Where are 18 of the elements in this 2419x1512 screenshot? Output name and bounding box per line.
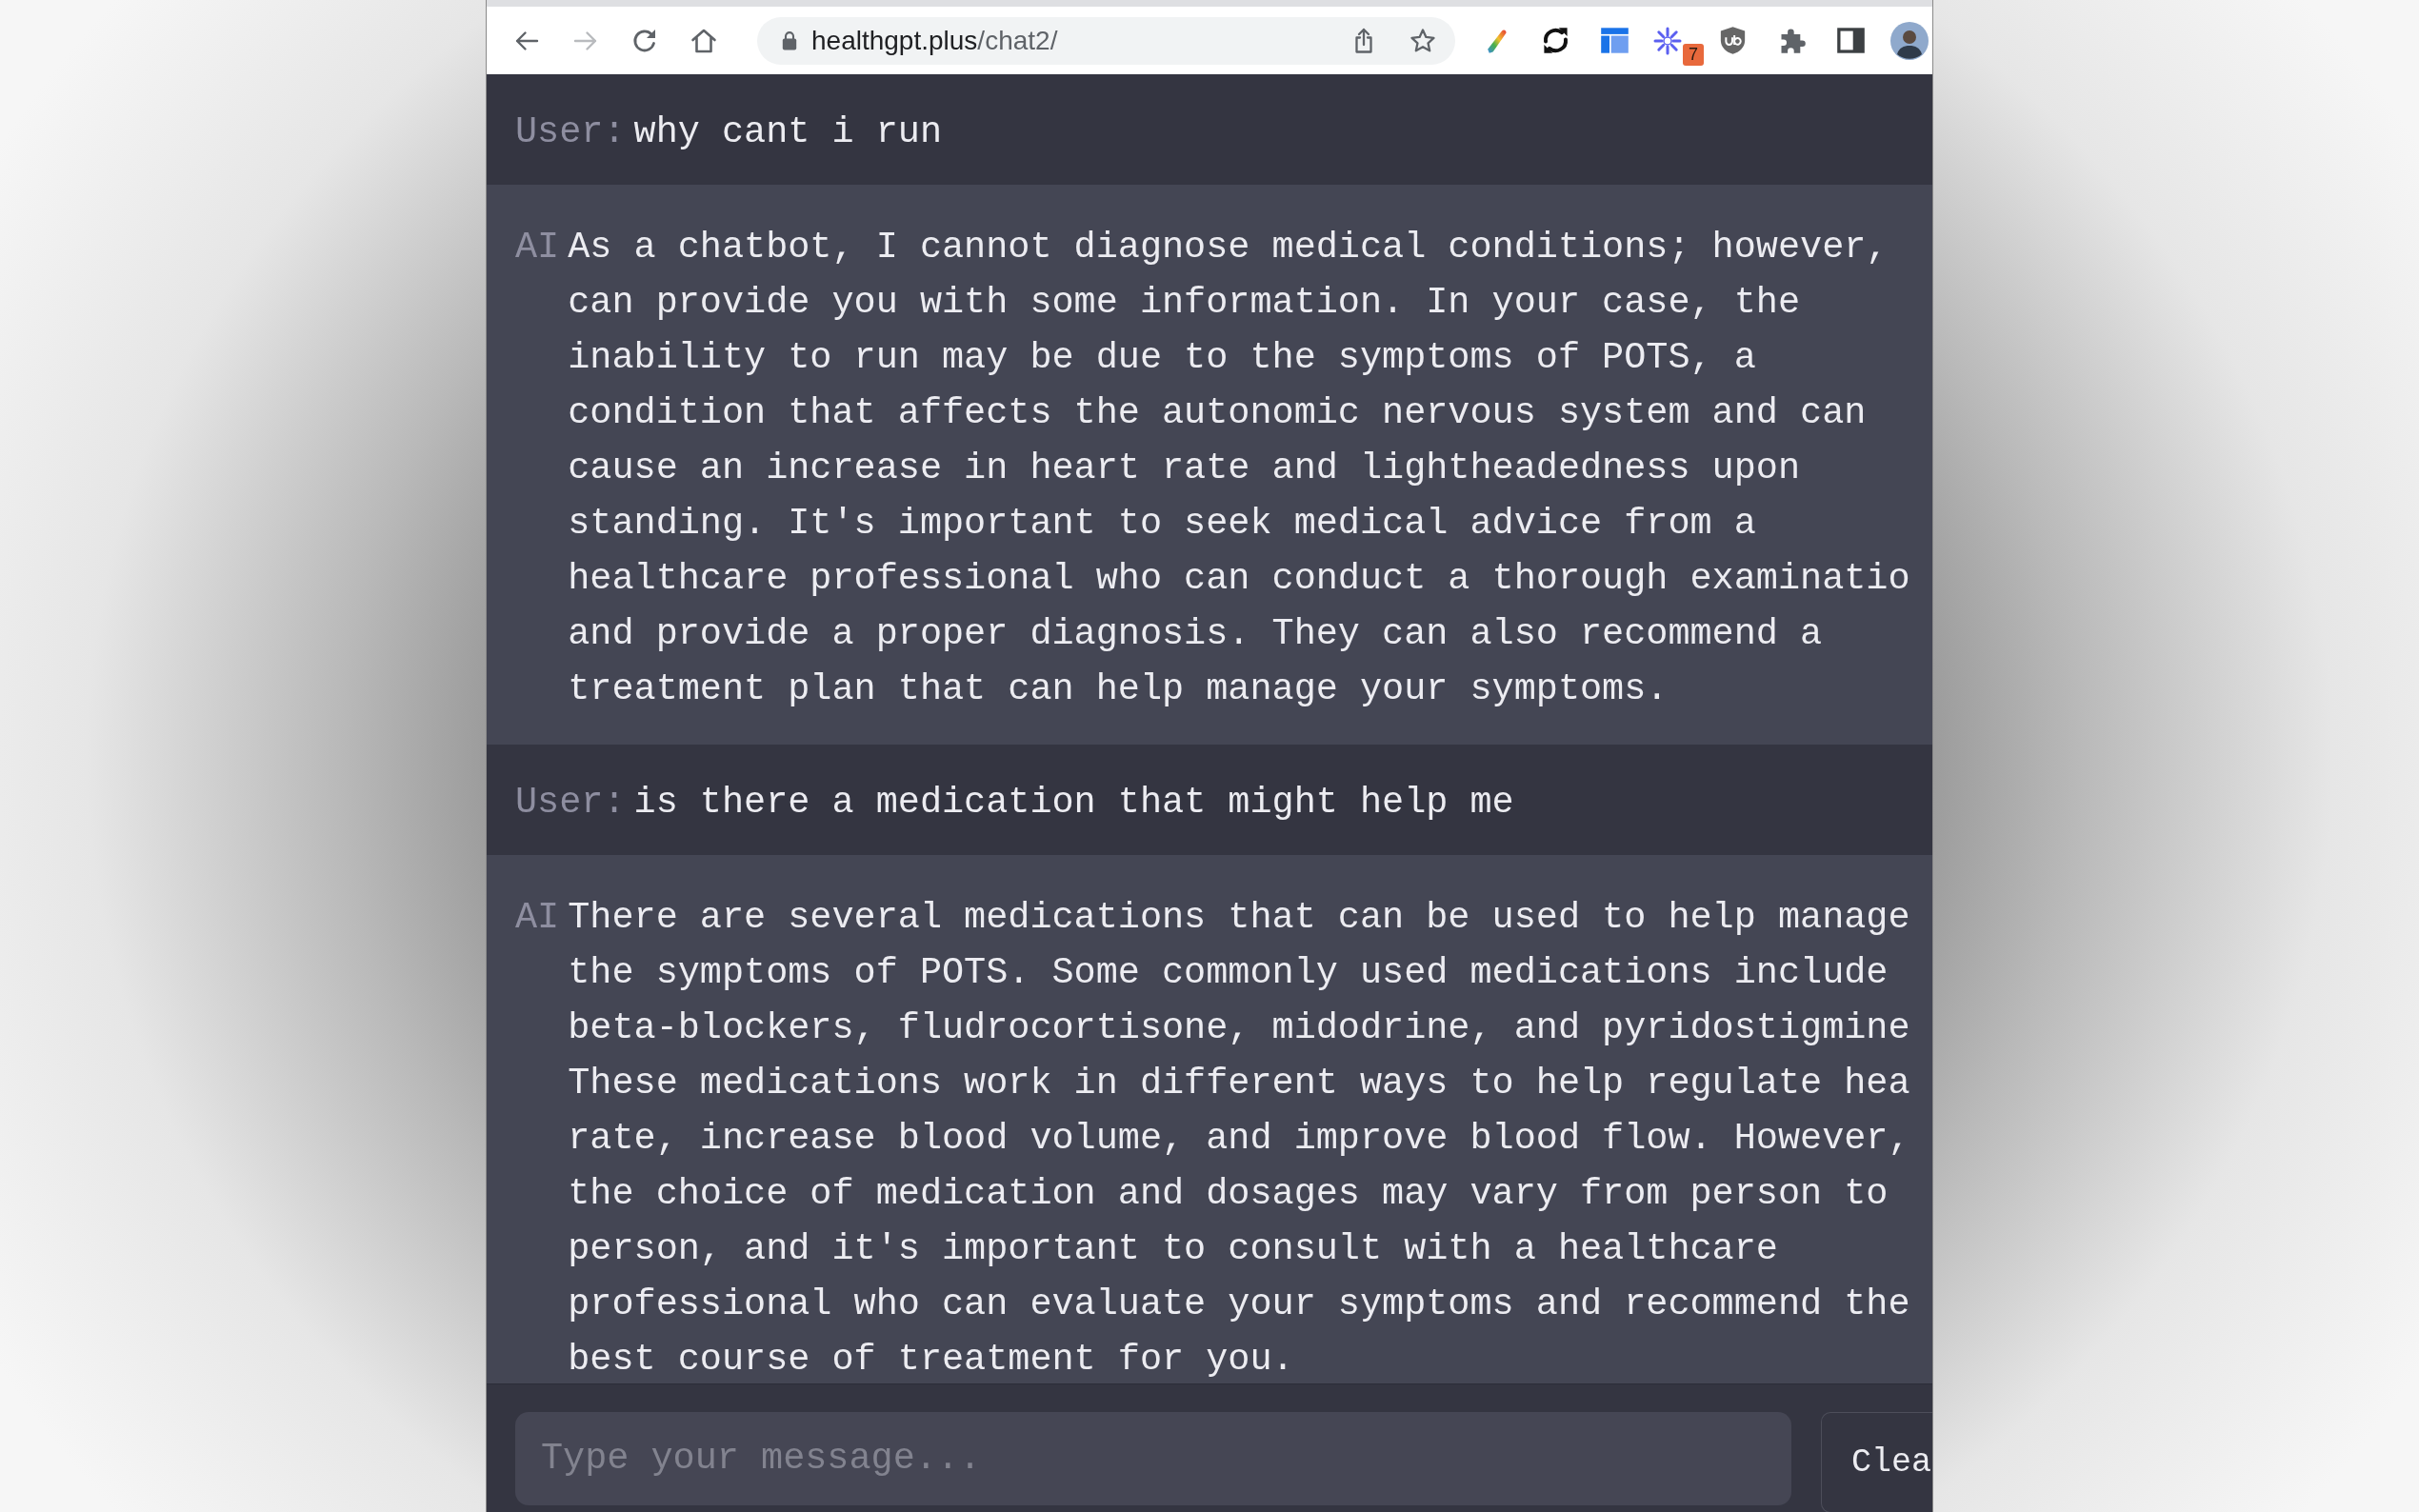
speaker-label: AI	[515, 226, 560, 270]
clear-button[interactable]: Clea	[1821, 1412, 1932, 1512]
side-panel-icon	[1834, 25, 1867, 56]
speaker-label: User:	[515, 781, 626, 826]
notification-badge: 7	[1683, 43, 1704, 66]
lock-icon	[782, 30, 797, 50]
url-text: healthgpt.plus/chat2/	[811, 25, 1058, 56]
address-bar[interactable]: healthgpt.plus/chat2/	[757, 16, 1455, 65]
speaker-label: AI	[515, 896, 560, 941]
message-text: is there a medication that might help me	[633, 781, 1514, 826]
speaker-label: User:	[515, 110, 626, 155]
message-text: why cant i run	[633, 110, 942, 155]
message-text: As a chatbot, I cannot diagnose medical conditions; however, can provide you with some information. In your case, the inability to run may be due to the symptoms of POTS, a condition that affects the autonomic nervous system and can cause an increase in heart rate and lightheadedness upon standing. It's important to seek medical advice from a healthcare professional who can conduct a thorough examinatio and provide a proper diagnosis. They can also recommend a treatment plan that can help manage your symptoms.	[568, 226, 1910, 712]
message-input[interactable]: Type your message...	[515, 1412, 1791, 1505]
layout-icon	[1598, 25, 1630, 56]
sparkle-icon	[1653, 26, 1682, 55]
avatar-icon	[1890, 21, 1929, 60]
message-text: There are several medications that can be used to help manage the symptoms of POTS. Some commonly used medications include beta-blockers, fludrocortisone, midodrine, and pyridostigmine These medications work in different ways to help regulate hea rate, increase blood volume, and improve blood flow. However, the choice of medication and dosages may vary from person to person, and it's important to consult with a healthcare professional who can evaluate your symptoms and recommend the best course of treatment for you.	[568, 896, 1910, 1383]
